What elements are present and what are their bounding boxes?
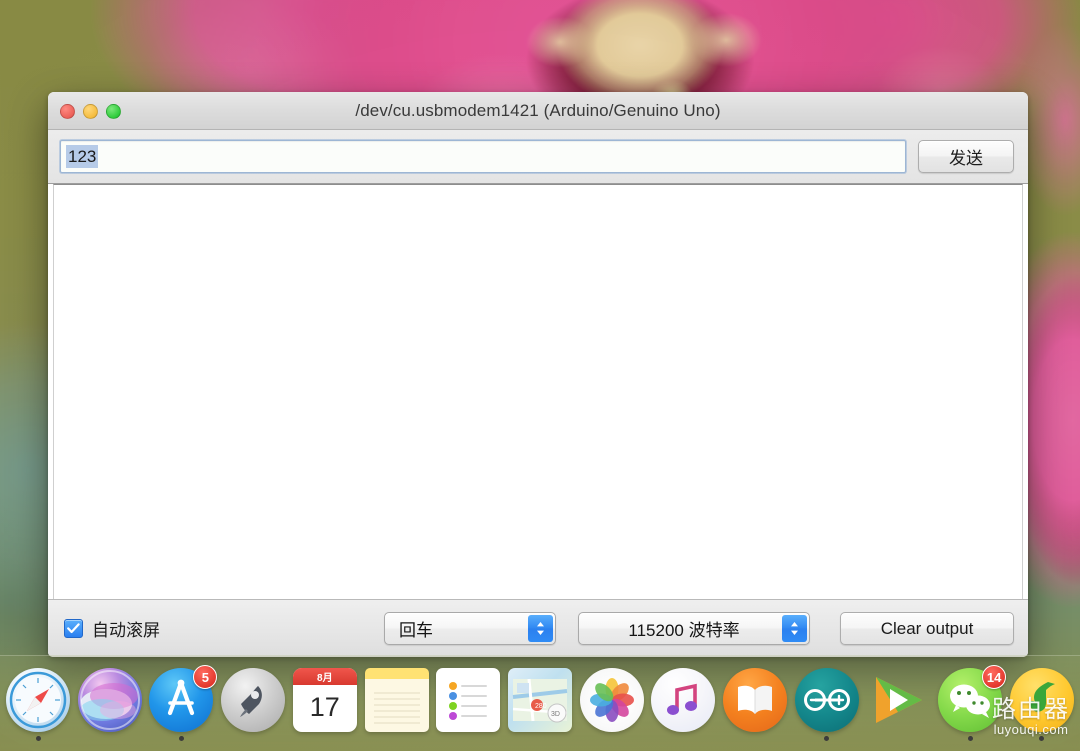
ibooks-icon[interactable] xyxy=(723,668,788,732)
dock-item-maps[interactable]: 280 3D xyxy=(506,663,574,741)
dock-item-wechat[interactable]: 14 xyxy=(936,663,1007,741)
dock-running-indicator xyxy=(35,736,41,741)
dock-running-indicator xyxy=(967,736,973,741)
minimize-button-icon[interactable] xyxy=(83,103,98,119)
autoscroll-checkbox-group[interactable]: 自动滚屏 xyxy=(64,616,160,641)
dock-item-ibooks[interactable] xyxy=(721,663,789,741)
dock-running-indicator xyxy=(824,736,830,741)
dock-item-siri[interactable] xyxy=(76,663,144,741)
dock-item-photos[interactable] xyxy=(578,663,646,741)
itunes-icon[interactable] xyxy=(651,668,716,732)
svg-text:3D: 3D xyxy=(551,711,560,718)
dock-running-indicator xyxy=(394,736,399,741)
serial-output-area[interactable] xyxy=(53,184,1023,599)
dock-item-calendar[interactable]: 8月 17 xyxy=(291,663,359,741)
baud-rate-select-value: 115200 波特率 xyxy=(628,621,740,640)
chevron-updown-icon[interactable] xyxy=(528,615,553,642)
line-ending-select[interactable]: 回车 xyxy=(384,612,556,645)
dock-item-arduino[interactable] xyxy=(793,663,861,741)
dock-running-indicator xyxy=(753,736,758,741)
arduino-icon[interactable] xyxy=(794,668,859,732)
calendar-month-label: 8月 xyxy=(292,668,357,685)
dock-item-launchpad[interactable] xyxy=(219,663,287,741)
autoscroll-label: 自动滚屏 xyxy=(92,621,160,640)
serial-monitor-bottom-bar: 自动滚屏 回车 115200 波特率 Clear output xyxy=(48,599,1028,657)
serial-send-input-value: 123 xyxy=(66,144,99,169)
launchpad-icon[interactable] xyxy=(221,668,286,732)
dock-running-indicator xyxy=(178,736,184,741)
wechat-badge: 14 xyxy=(982,665,1007,689)
dock-item-notes[interactable] xyxy=(363,663,431,741)
photos-icon[interactable] xyxy=(579,668,644,732)
chevron-updown-icon[interactable] xyxy=(782,615,807,642)
serial-send-input[interactable]: 123 xyxy=(60,140,906,173)
svg-text:280: 280 xyxy=(535,703,547,710)
music-note-icon[interactable] xyxy=(1009,668,1074,732)
checkmark-icon xyxy=(67,623,80,634)
dock-running-indicator xyxy=(466,736,471,741)
dock-running-indicator xyxy=(681,736,686,741)
close-button-icon[interactable] xyxy=(60,103,75,119)
reminders-icon[interactable] xyxy=(436,668,501,732)
serial-monitor-window: /dev/cu.usbmodem1421 (Arduino/Genuino Un… xyxy=(48,92,1028,657)
dock-item-reminders[interactable] xyxy=(434,663,502,741)
baud-rate-select[interactable]: 115200 波特率 xyxy=(578,612,810,645)
calendar-icon[interactable]: 8月 17 xyxy=(292,668,357,732)
autoscroll-checkbox[interactable] xyxy=(64,619,83,638)
dock-running-indicator xyxy=(1039,736,1045,741)
dock-running-indicator xyxy=(251,736,256,741)
safari-icon[interactable] xyxy=(6,668,70,732)
maximize-button-icon[interactable] xyxy=(106,103,121,119)
notes-icon[interactable] xyxy=(364,668,429,732)
line-ending-select-value: 回车 xyxy=(399,621,433,640)
desktop: /dev/cu.usbmodem1421 (Arduino/Genuino Un… xyxy=(0,0,1080,751)
dock-item-app-store[interactable]: 5 xyxy=(147,663,218,741)
dock-running-indicator xyxy=(896,736,901,741)
dock-running-indicator xyxy=(609,736,614,741)
traffic-light-group xyxy=(60,92,121,130)
dock-item-music-app[interactable] xyxy=(1008,663,1076,741)
clear-output-button[interactable]: Clear output xyxy=(840,612,1014,645)
maps-icon[interactable]: 280 3D xyxy=(507,668,572,732)
dock: 5 8月 17 280 3D 14 xyxy=(0,655,1080,751)
dock-running-indicator xyxy=(537,736,542,741)
send-button[interactable]: 发送 xyxy=(918,140,1014,173)
app-store-badge: 5 xyxy=(193,665,218,689)
window-titlebar[interactable]: /dev/cu.usbmodem1421 (Arduino/Genuino Un… xyxy=(48,92,1028,130)
wechat-icon[interactable]: 14 xyxy=(938,665,1007,732)
app-store-icon[interactable]: 5 xyxy=(149,665,218,732)
dock-running-indicator xyxy=(322,736,327,741)
siri-icon[interactable] xyxy=(77,668,142,732)
dock-running-indicator xyxy=(107,736,112,741)
media-player-icon[interactable] xyxy=(866,668,930,732)
dock-item-player[interactable] xyxy=(864,663,932,741)
calendar-day-label: 17 xyxy=(309,692,340,722)
dock-item-itunes[interactable] xyxy=(649,663,717,741)
dock-item-safari[interactable] xyxy=(4,663,72,741)
window-title: /dev/cu.usbmodem1421 (Arduino/Genuino Un… xyxy=(355,100,721,120)
send-toolbar: 123 发送 xyxy=(48,130,1028,184)
